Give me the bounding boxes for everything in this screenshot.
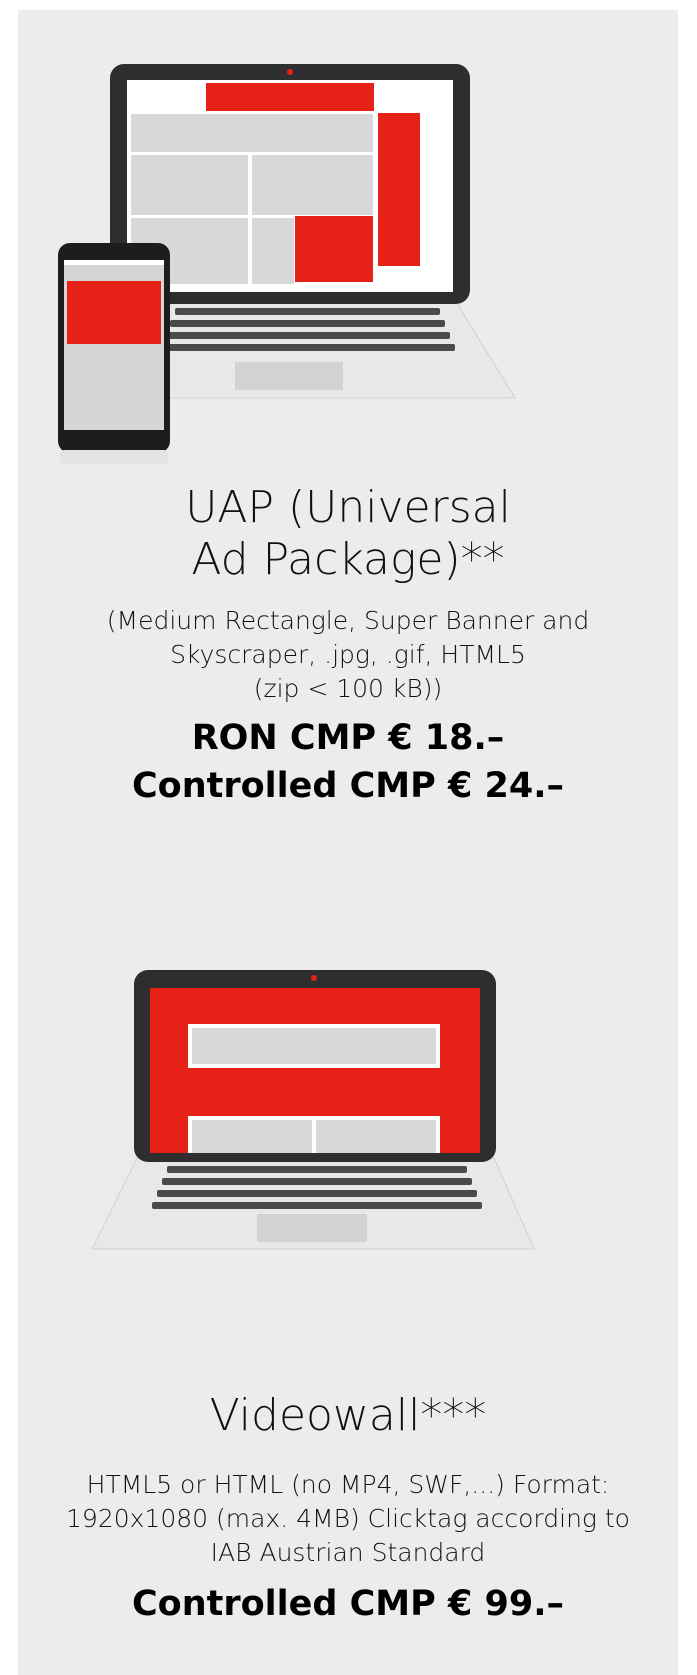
product-description-line3: (zip < 100 kB)) — [253, 674, 443, 703]
product-description-line2: 1920x1080 (max. 4MB) Clicktag according … — [66, 1504, 630, 1533]
uap-device-illustration — [58, 64, 516, 464]
ron-cmp-price: RON CMP € 18.– — [191, 718, 505, 758]
product-description-line2: Skyscraper, .jpg, .gif, HTML5 — [170, 640, 526, 669]
product-description: HTML5 or HTML (no MP4, SWF,...) Format: … — [18, 1468, 678, 1570]
controlled-cmp-price: Controlled CMP € 99.– — [131, 1584, 565, 1624]
product-description-line1: HTML5 or HTML (no MP4, SWF,...) Format: — [86, 1470, 610, 1499]
product-title: Videowall*** — [18, 1390, 678, 1442]
product-title: UAP (Universal Ad Package)** — [18, 482, 678, 586]
product-prices: Controlled CMP € 99.– — [18, 1580, 678, 1628]
product-description-line3: IAB Austrian Standard — [210, 1538, 486, 1567]
product-title-line1: UAP (Universal — [185, 482, 511, 533]
product-description-line1: (Medium Rectangle, Super Banner and — [106, 606, 590, 635]
product-title-line2: Ad Package)** — [191, 534, 505, 585]
product-prices: RON CMP € 18.– Controlled CMP € 24.– — [18, 714, 678, 810]
product-title-line1: Videowall*** — [209, 1390, 487, 1441]
controlled-cmp-price: Controlled CMP € 24.– — [131, 766, 565, 806]
product-description: (Medium Rectangle, Super Banner and Skys… — [18, 604, 678, 706]
videowall-device-illustration — [92, 970, 535, 1250]
